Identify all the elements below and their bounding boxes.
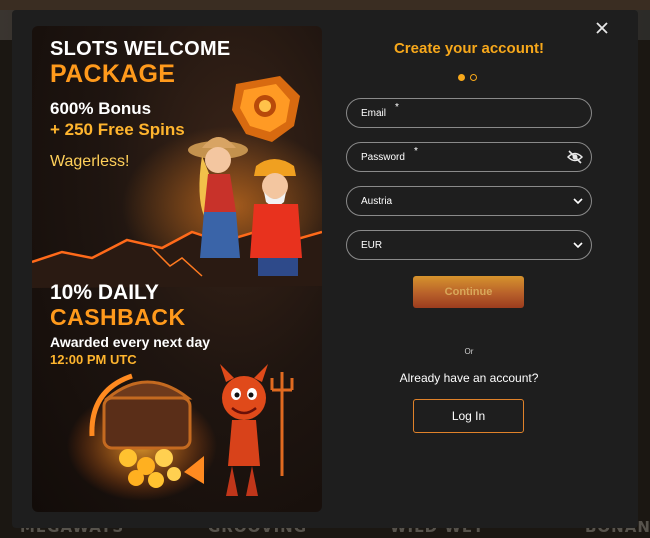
promo-banner: SLOTS WELCOME PACKAGE 600% Bonus + 250 F… xyxy=(32,26,322,512)
or-divider: Or xyxy=(464,347,474,356)
currency-select[interactable]: EUR xyxy=(346,230,592,260)
password-field[interactable]: Password * xyxy=(346,142,592,172)
promo-wagerless: Wagerless! xyxy=(50,153,130,170)
promo-cashback-note: Awarded every next day xyxy=(50,334,211,350)
currency-value: EUR xyxy=(361,240,383,251)
promo-cashback-headline: 10% DAILY xyxy=(50,281,159,304)
promo-free-spins: + 250 Free Spins xyxy=(50,120,185,139)
password-input[interactable] xyxy=(347,143,591,171)
step-dot-inactive xyxy=(470,74,477,81)
eye-slash-icon[interactable] xyxy=(567,150,583,164)
step-indicator xyxy=(458,74,477,81)
chevron-down-icon xyxy=(573,198,583,205)
close-icon[interactable] xyxy=(595,21,609,35)
devil-character-icon xyxy=(220,364,294,496)
chevron-down-icon xyxy=(573,242,583,249)
already-have-account-text: Already have an account? xyxy=(399,371,539,385)
promo-cashback-accent: CASHBACK xyxy=(50,304,186,330)
country-value: Austria xyxy=(361,196,393,207)
promo-bonus: 600% Bonus xyxy=(50,99,152,118)
step-dot-active xyxy=(458,74,465,81)
email-field[interactable]: Email * xyxy=(346,98,592,128)
promo-headline-accent: PACKAGE xyxy=(50,60,176,88)
country-select[interactable]: Austria xyxy=(346,186,592,216)
login-button[interactable]: Log In xyxy=(413,399,524,433)
promo-cashback-time: 12:00 PM UTC xyxy=(50,352,137,367)
close-button[interactable] xyxy=(592,18,612,38)
form-title: Create your account! xyxy=(393,40,545,57)
promo-headline: SLOTS WELCOME xyxy=(50,38,231,60)
signup-modal: SLOTS WELCOME PACKAGE 600% Bonus + 250 F… xyxy=(12,10,638,528)
email-input[interactable] xyxy=(347,99,591,127)
continue-button[interactable]: Continue xyxy=(413,276,524,308)
backdrop-top-strip xyxy=(0,0,650,10)
